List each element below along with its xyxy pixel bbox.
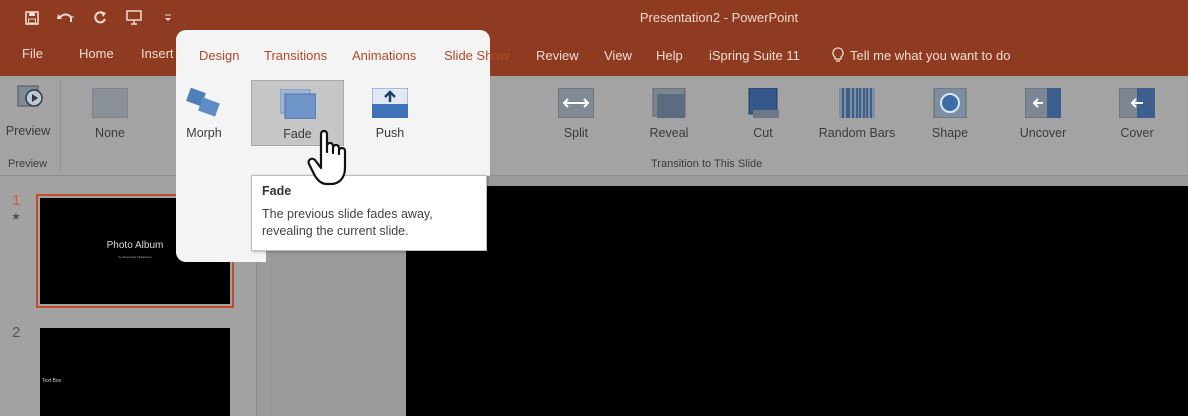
group-label-preview: Preview [8, 158, 48, 170]
window-title: Presentation2 - PowerPoint [639, 10, 799, 25]
transition-split[interactable]: Split [534, 80, 618, 146]
cover-transition-icon [1119, 88, 1155, 118]
tab-design[interactable]: Design [199, 48, 239, 63]
split-transition-icon [558, 88, 594, 118]
transition-cover[interactable]: Cover [1095, 80, 1179, 146]
tab-home[interactable]: Home [79, 46, 114, 61]
group-separator [60, 80, 61, 170]
tooltip-body-line2: revealing the current slide. [262, 224, 409, 238]
tab-file[interactable]: File [22, 46, 43, 61]
transition-none[interactable]: None [68, 80, 152, 146]
slide-number: 2 [12, 324, 21, 341]
morph-transition-icon [186, 88, 220, 117]
group-label-transition: Transition to This Slide [651, 158, 763, 170]
preview-button[interactable]: Preview [0, 80, 56, 146]
slide-canvas[interactable] [406, 186, 1188, 416]
reveal-transition-icon [652, 88, 686, 118]
none-transition-icon [92, 88, 128, 118]
tab-ispring[interactable]: iSpring Suite 11 [709, 48, 800, 63]
tab-animations[interactable]: Animations [352, 48, 416, 63]
lightbulb-icon [832, 47, 844, 62]
animation-star-icon: ★ [11, 211, 21, 223]
fade-transition-icon [279, 89, 316, 119]
fade-tooltip: Fade The previous slide fades away, reve… [251, 175, 487, 251]
shape-transition-icon [933, 88, 967, 118]
cut-transition-icon [748, 88, 779, 118]
tell-me-search[interactable]: Tell me what you want to do [832, 47, 1010, 63]
tooltip-title: Fade [262, 184, 292, 198]
transition-reveal[interactable]: Reveal [627, 80, 711, 146]
tab-help[interactable]: Help [656, 48, 683, 63]
tooltip-body-line1: The previous slide fades away, [262, 207, 433, 221]
transition-random-bars[interactable]: Random Bars [815, 80, 899, 146]
transition-shape[interactable]: Shape [908, 80, 992, 146]
tab-view[interactable]: View [604, 48, 632, 63]
transition-cut[interactable]: Cut [721, 80, 805, 146]
slide-thumbnail-2[interactable]: Text Box [40, 328, 230, 416]
push-transition-icon [372, 88, 408, 118]
preview-icon [17, 85, 43, 107]
tab-transitions[interactable]: Transitions [254, 39, 338, 76]
uncover-transition-icon [1025, 88, 1061, 118]
transition-morph[interactable]: Morph [162, 80, 246, 146]
slide-number: 1 [12, 192, 21, 209]
title-bar: Presentation2 - PowerPoint [0, 0, 1188, 36]
tell-me-label: Tell me what you want to do [850, 47, 1011, 63]
random-bars-transition-icon [839, 88, 875, 118]
hand-cursor-icon [307, 129, 347, 186]
transition-push[interactable]: Push [348, 80, 432, 146]
transition-uncover[interactable]: Uncover [1001, 80, 1085, 146]
tab-slide-show[interactable]: Slide Show [444, 48, 509, 63]
tab-insert[interactable]: Insert [141, 46, 174, 61]
tab-review[interactable]: Review [536, 48, 579, 63]
